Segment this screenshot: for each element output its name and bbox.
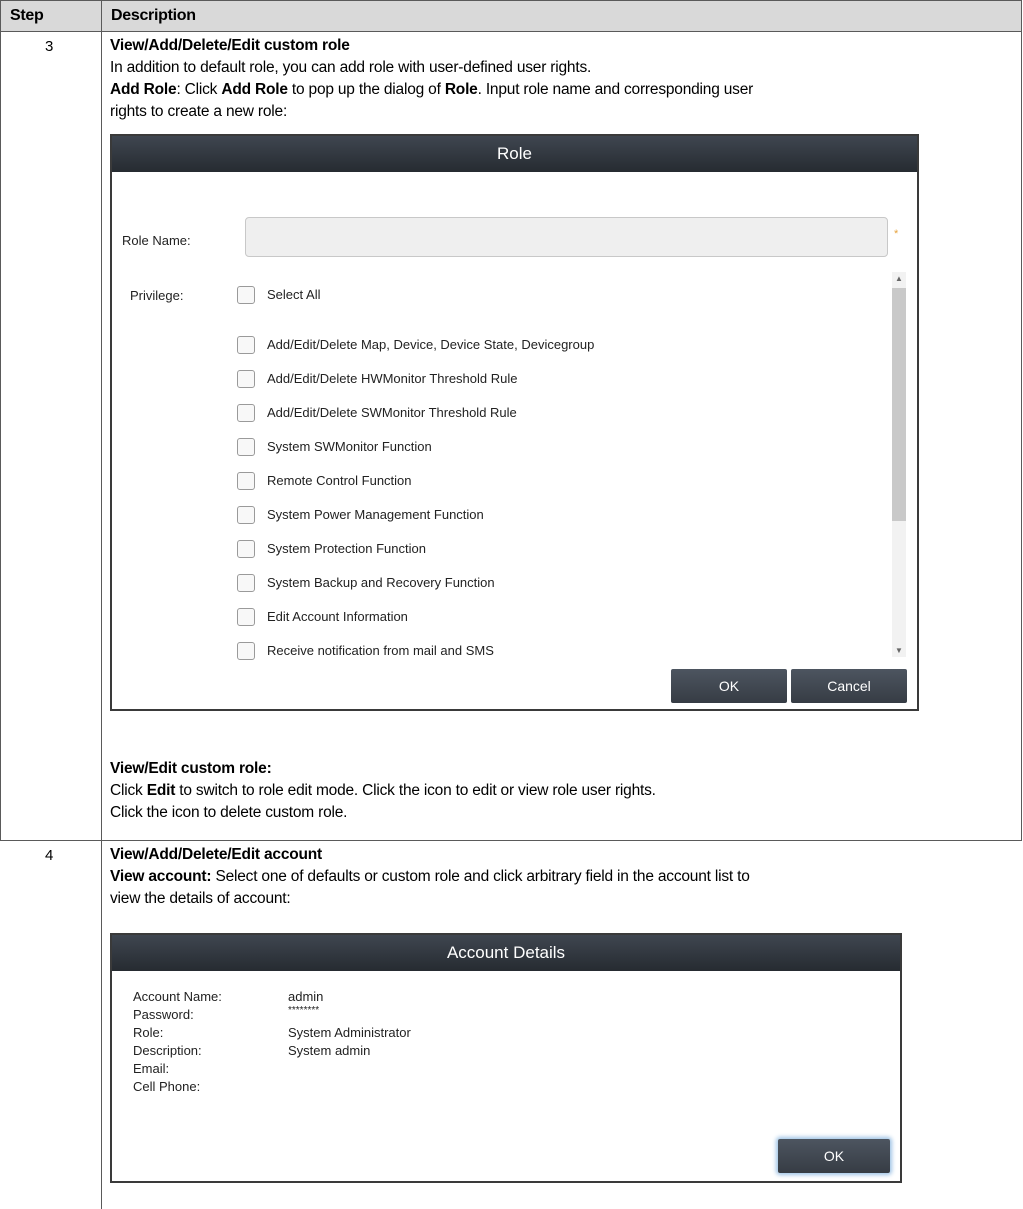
header-description: Description	[111, 7, 196, 24]
field-label: Description:	[133, 1043, 202, 1058]
role-name-input[interactable]	[245, 217, 888, 257]
field-value: System Administrator	[288, 1025, 411, 1040]
privilege-label-item: Receive notification from mail and SMS	[267, 643, 494, 658]
field-value: System admin	[288, 1043, 371, 1058]
privilege-label-item: System SWMonitor Function	[267, 439, 432, 454]
add-role-ref: Add Role	[221, 81, 288, 98]
privilege-checkbox[interactable]	[237, 370, 255, 388]
scroll-up-arrow-icon[interactable]: ▲	[895, 274, 903, 283]
privilege-label-item: System Protection Function	[267, 541, 426, 556]
privilege-checkbox[interactable]	[237, 438, 255, 456]
row-divider	[0, 840, 1022, 841]
privilege-label-item: Edit Account Information	[267, 609, 408, 624]
field-value: ********	[288, 1005, 320, 1016]
privilege-checkbox[interactable]	[237, 336, 255, 354]
row3-add-role-line2: rights to create a new role:	[110, 103, 288, 120]
text-run: to pop up the dialog of	[287, 81, 445, 98]
privilege-label-item: Add/Edit/Delete HWMonitor Threshold Rule	[267, 371, 518, 386]
text-run: . Input role name and corresponding user	[477, 81, 754, 98]
header-step: Step	[10, 7, 44, 24]
privilege-label-item: System Backup and Recovery Function	[267, 575, 495, 590]
row4-view-account-line2: view the details of account:	[110, 890, 291, 907]
table-border-right	[1021, 0, 1022, 841]
required-mark: *	[894, 228, 899, 240]
role-dialog: Role Role Name: * Privilege: Select All …	[110, 134, 919, 711]
text-run: : Click	[176, 81, 222, 98]
privilege-checkbox[interactable]	[237, 574, 255, 592]
privilege-checkbox[interactable]	[237, 608, 255, 626]
role-name-label: Role Name:	[122, 233, 191, 248]
privilege-checkbox[interactable]	[237, 540, 255, 558]
account-dialog-title: Account Details	[112, 935, 900, 971]
text-run: Click	[110, 782, 147, 799]
privilege-label-item: System Power Management Function	[267, 507, 484, 522]
field-value: admin	[288, 989, 324, 1004]
privilege-label: Privilege:	[130, 288, 184, 303]
row4-heading: View/Add/Delete/Edit account	[110, 846, 323, 863]
table-column-divider	[101, 0, 102, 1209]
add-role-lead: Add Role	[110, 81, 177, 98]
privilege-checkbox[interactable]	[237, 404, 255, 422]
scroll-down-arrow-icon[interactable]: ▼	[895, 646, 903, 655]
privilege-label-item: Add/Edit/Delete Map, Device, Device Stat…	[267, 337, 595, 352]
field-label: Password:	[133, 1007, 194, 1022]
row3-heading: View/Add/Delete/Edit custom role	[110, 37, 350, 54]
privilege-label-item: Remote Control Function	[267, 473, 412, 488]
privilege-checkbox[interactable]	[237, 506, 255, 524]
edit-ref: Edit	[146, 782, 176, 799]
table-header-row: Step Description	[1, 1, 1021, 31]
scrollbar-thumb[interactable]	[892, 288, 906, 521]
view-edit-heading: View/Edit custom role:	[110, 760, 272, 777]
header-divider	[0, 31, 1022, 32]
step-number-3: 3	[45, 38, 54, 55]
text-run: to switch to role edit mode. Click the i…	[175, 782, 656, 799]
field-label: Account Name:	[133, 989, 222, 1004]
row3-add-role-line1: Add Role: Click Add Role to pop up the d…	[110, 79, 753, 100]
role-dialog-title: Role	[112, 136, 917, 172]
row3-intro: In addition to default role, you can add…	[110, 59, 592, 76]
text-run: Select one of defaults or custom role an…	[211, 868, 750, 885]
account-details-dialog: Account Details Account Name: admin Pass…	[110, 933, 902, 1183]
view-edit-line1: Click Edit to switch to role edit mode. …	[110, 780, 656, 801]
view-edit-line2: Click the icon to delete custom role.	[110, 804, 348, 821]
role-ref: Role	[444, 81, 478, 98]
step-number-4: 4	[45, 847, 54, 864]
privilege-checkbox[interactable]	[237, 472, 255, 490]
table-border-left	[0, 0, 1, 841]
view-account-lead: View account:	[110, 868, 212, 885]
select-all-label: Select All	[267, 287, 321, 302]
select-all-checkbox[interactable]	[237, 286, 255, 304]
field-label: Cell Phone:	[133, 1079, 201, 1094]
ok-button[interactable]: OK	[671, 669, 787, 703]
table-border-top	[0, 0, 1022, 1]
privilege-label-item: Add/Edit/Delete SWMonitor Threshold Rule	[267, 405, 517, 420]
field-label: Role:	[133, 1025, 164, 1040]
cancel-button[interactable]: Cancel	[791, 669, 907, 703]
privilege-checkbox[interactable]	[237, 642, 255, 660]
account-ok-button[interactable]: OK	[778, 1139, 890, 1173]
field-label: Email:	[133, 1061, 170, 1076]
row4-view-account-line1: View account: Select one of defaults or …	[110, 866, 750, 887]
